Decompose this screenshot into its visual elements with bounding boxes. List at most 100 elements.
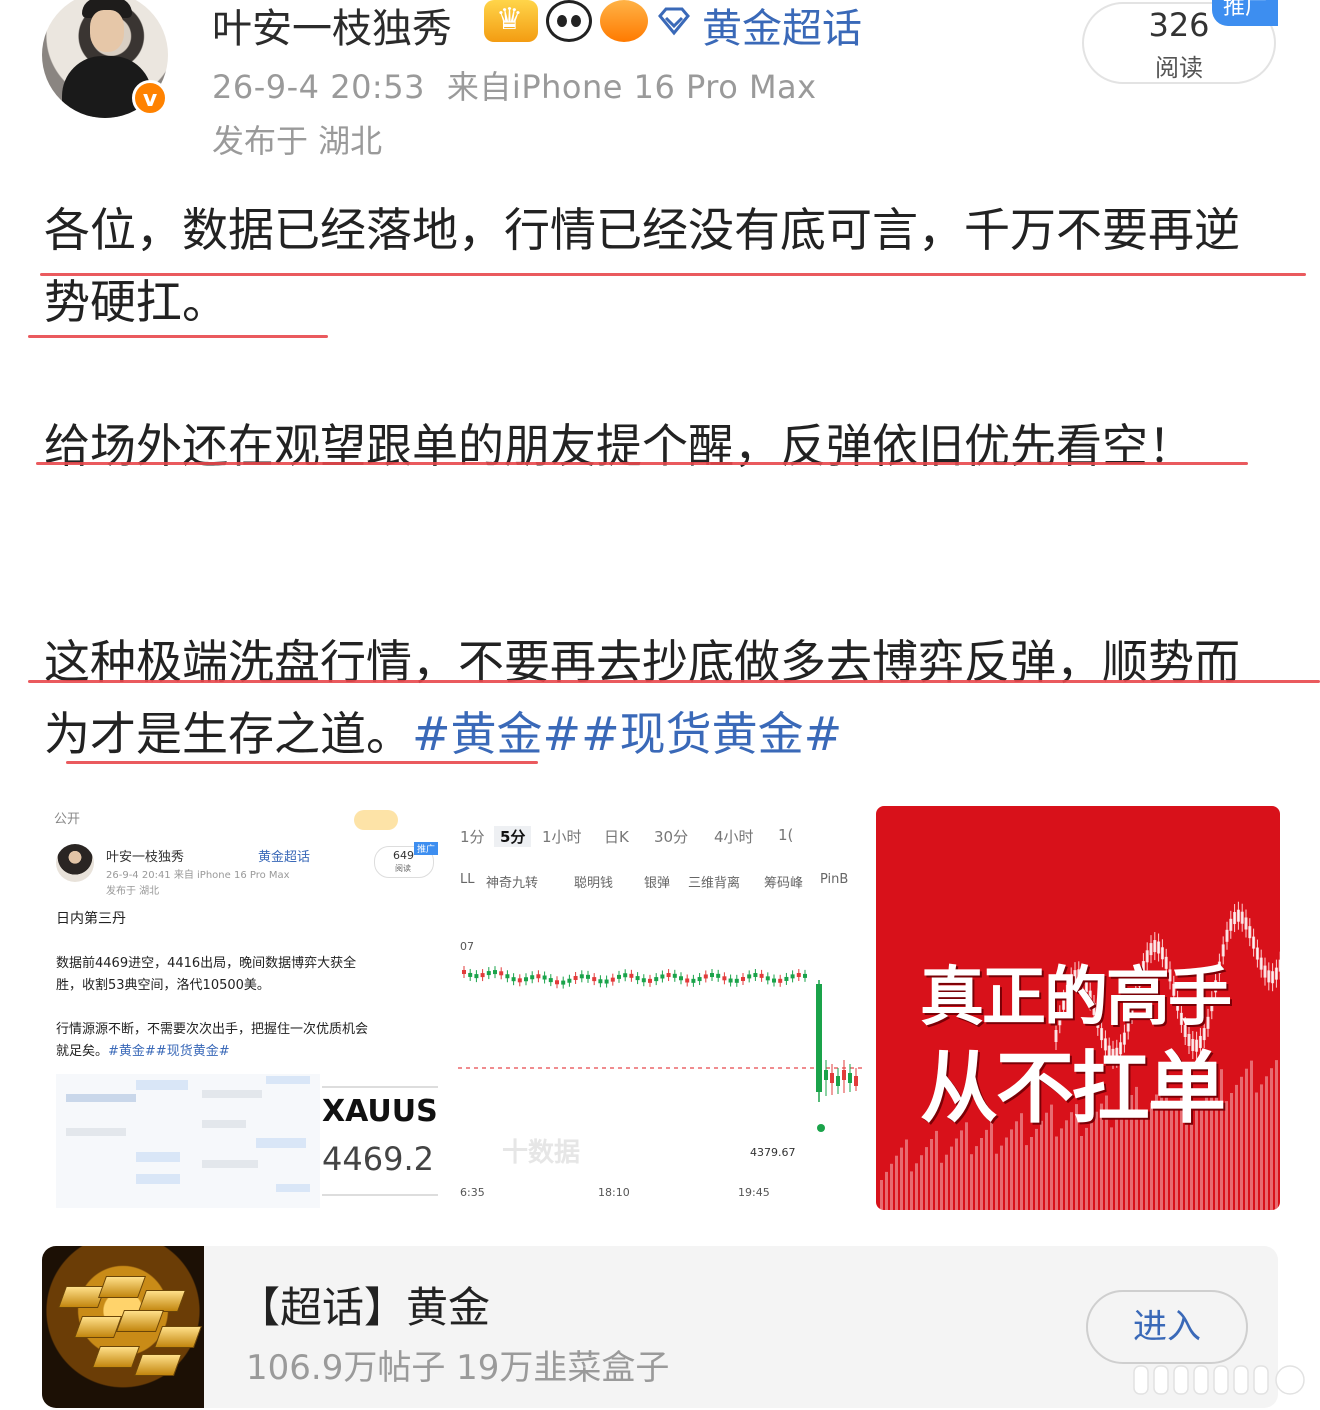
volume-bar xyxy=(1250,1060,1253,1210)
poster-candle-body xyxy=(1271,971,1275,984)
poster-candle-body xyxy=(1244,917,1248,930)
chat-bubble xyxy=(66,1094,136,1102)
candle-body xyxy=(573,975,578,980)
candle-body xyxy=(790,974,795,979)
post-image-2[interactable]: 1分 5分 1小时 日K 30分 4小时 1( LL 神奇九转 聪明钱 银弹 三维背离 筹码峰 PinB… xyxy=(458,806,862,1210)
candle-body xyxy=(772,978,776,983)
candle-body xyxy=(635,976,640,981)
volume-bar xyxy=(1235,1084,1238,1210)
quote-box: XAUUSD 4469.2 xyxy=(322,1086,438,1196)
volume-bar xyxy=(935,1130,938,1210)
candle-body xyxy=(579,974,584,979)
avatar-face xyxy=(90,10,124,52)
candle-body xyxy=(747,974,752,979)
volume-bar xyxy=(940,1162,943,1210)
timeframe-tab[interactable]: 30分 xyxy=(654,826,688,847)
enter-button[interactable]: 进入 xyxy=(1086,1290,1248,1364)
volume-bar xyxy=(975,1146,978,1210)
mini-read-count: 649 xyxy=(393,849,414,862)
candle-body xyxy=(524,977,528,982)
indicator-label[interactable]: 聪明钱 xyxy=(574,872,613,891)
timeframe-tab[interactable]: 1小时 xyxy=(542,826,582,847)
volume-bar xyxy=(925,1147,928,1210)
indicator-label[interactable]: LL xyxy=(460,872,475,887)
timeframe-tab[interactable]: 1分 xyxy=(460,826,485,847)
author-name[interactable]: 叶安一枝独秀 xyxy=(212,0,452,54)
hashtag-link[interactable]: #黄金##现货黄金# xyxy=(412,707,842,761)
time-tick-3: 19:45 xyxy=(738,1186,770,1199)
volume-bar xyxy=(1260,1084,1263,1210)
candle-body xyxy=(710,973,714,978)
poster-candle-body xyxy=(1229,918,1233,931)
topic-title: 【超话】黄金 xyxy=(238,1283,491,1332)
volume-bar xyxy=(900,1147,903,1210)
volume-bar xyxy=(895,1155,898,1210)
mini-line-2b: 胜，收割53典空间，洛代10500美。 xyxy=(56,978,270,993)
poster-candle-body xyxy=(1240,911,1244,924)
candle-body xyxy=(722,976,727,981)
highlight-underline xyxy=(28,335,328,338)
indicator-label[interactable]: 筹码峰 xyxy=(764,872,803,891)
indicator-label[interactable]: PinB xyxy=(820,872,848,887)
timeframe-tab[interactable]: 日K xyxy=(604,826,629,847)
gold-bar xyxy=(137,1290,187,1312)
price-label: 4379.67 xyxy=(750,1146,796,1159)
mini-meta: 26-9-4 20:41 来自 iPhone 16 Pro Max xyxy=(106,870,290,881)
candle-body xyxy=(592,977,597,982)
volume-bar xyxy=(885,1171,888,1210)
volume-bar xyxy=(950,1146,953,1210)
mini-avatar xyxy=(56,844,94,882)
candle-body xyxy=(836,1076,840,1086)
volume-bar xyxy=(1275,1060,1278,1210)
diamond-icon xyxy=(656,6,692,36)
mini-tag: 黄金超话 xyxy=(258,850,311,865)
timeframe-tabs: 1分 5分 1小时 日K 30分 4小时 1( xyxy=(458,824,862,852)
highlight-underline xyxy=(28,680,1320,683)
supertopic-card[interactable]: 【超话】黄金 106.9万帖子 19万韭菜盒子 进入 xyxy=(42,1246,1278,1408)
quote-symbol: XAUUSD xyxy=(322,1094,438,1129)
mini-ad-tag: 推广 xyxy=(414,842,438,855)
chat-bubble xyxy=(136,1152,180,1162)
gold-bar xyxy=(115,1310,165,1332)
candle-body xyxy=(848,1073,852,1083)
timeframe-tab[interactable]: 4小时 xyxy=(714,826,754,847)
timeframe-tab[interactable]: 5分 xyxy=(494,826,532,847)
candle-body xyxy=(586,974,590,979)
indicator-label[interactable]: 银弹 xyxy=(644,872,670,891)
supertopic-link[interactable]: 黄金超话 xyxy=(702,0,862,54)
poster-candle-body xyxy=(1248,926,1252,939)
post-image-3[interactable]: 真正的高手 从不扛单 xyxy=(876,806,1280,1210)
volume-bar xyxy=(995,1153,998,1210)
indicator-label[interactable]: 神奇九转 xyxy=(486,872,538,891)
mini-hashtags: #黄金##现货黄金# xyxy=(108,1044,230,1059)
volume-bar xyxy=(1085,1127,1088,1210)
volume-bar xyxy=(930,1139,933,1210)
indicator-bar: LL 神奇九转 聪明钱 银弹 三维背离 筹码峰 PinB xyxy=(458,870,862,892)
post-image-1[interactable]: 公开 叶安一枝独秀 黄金超话 26-9-4 20:41 来自 iPhone 16… xyxy=(42,806,438,1210)
read-label: 阅读 xyxy=(1155,54,1203,82)
chat-bubble xyxy=(266,1076,310,1084)
gold-bars-thumbnail xyxy=(42,1246,204,1408)
mini-read-label: 阅读 xyxy=(395,864,411,873)
highlight-underline xyxy=(66,761,538,764)
indicator-label[interactable]: 三维背离 xyxy=(688,872,740,891)
candle-body xyxy=(672,973,677,978)
candle-body xyxy=(480,973,485,978)
poster-line-1: 真正的高手 xyxy=(920,961,1232,1035)
volume-bar xyxy=(960,1130,963,1210)
chat-bubble xyxy=(202,1160,258,1168)
candle-body xyxy=(511,977,516,982)
volume-bar xyxy=(920,1155,923,1210)
candle-body xyxy=(824,1070,828,1080)
post-paragraph-3: 这种极端洗盘行情，不要再去抄底做多去博弈反弹，顺势而为才是生存之道。#黄金##现… xyxy=(44,626,1284,770)
candle-body xyxy=(796,973,801,978)
volume-bar xyxy=(955,1138,958,1210)
chat-bubble xyxy=(136,1174,180,1184)
volume-bar xyxy=(1025,1145,1028,1210)
candle-body xyxy=(542,975,547,980)
candle-body xyxy=(623,973,628,978)
post-paragraph-1: 各位，数据已经落地，行情已经没有底可言，千万不要再逆势硬扛。 xyxy=(44,203,1240,329)
timeframe-tab[interactable]: 1( xyxy=(778,826,793,844)
candle-body xyxy=(517,978,522,983)
candle-body xyxy=(842,1070,846,1080)
